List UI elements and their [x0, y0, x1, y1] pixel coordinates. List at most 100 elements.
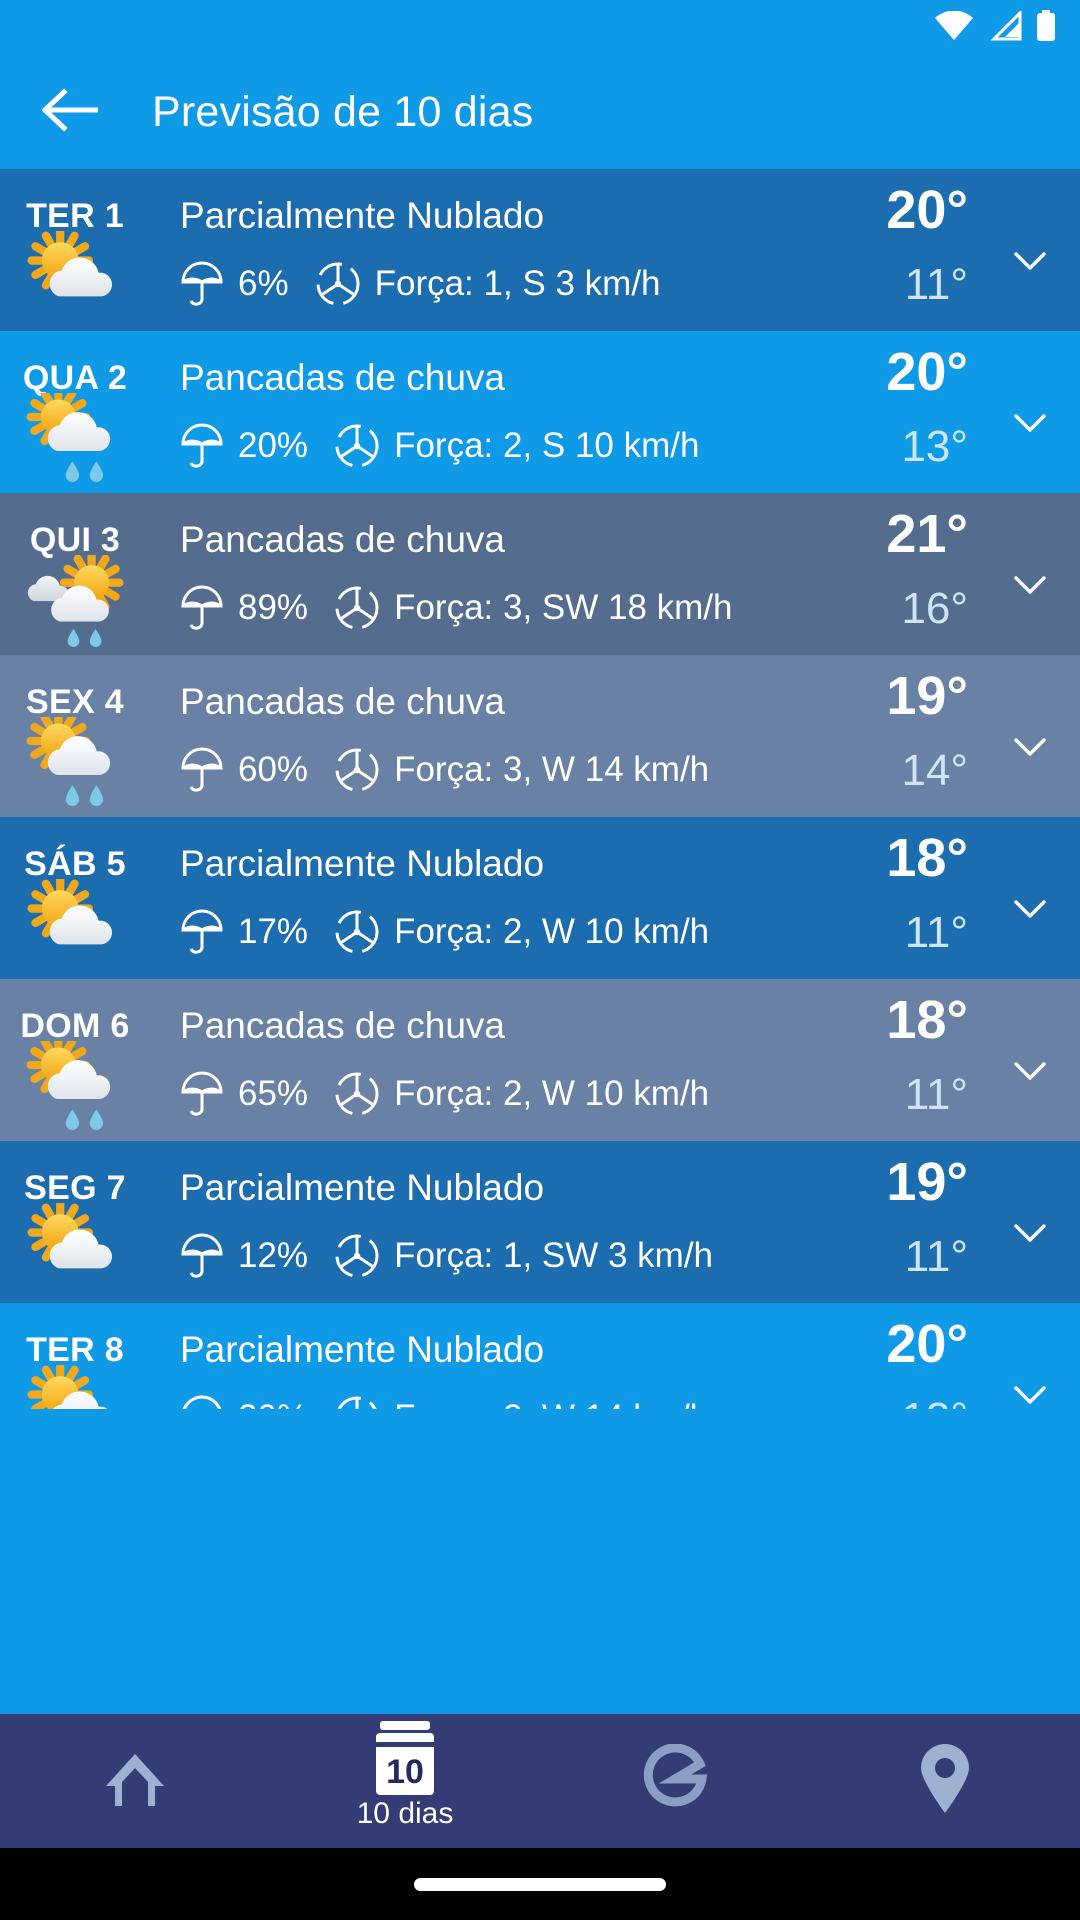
- chevron-down-icon[interactable]: [1010, 1051, 1050, 1091]
- umbrella-icon: [180, 1394, 224, 1409]
- low-temp: 13°: [901, 422, 968, 471]
- cellular-signal-icon: [988, 8, 1022, 46]
- condition-column: Parcialmente Nublado 20% Força: 2, W 14 …: [150, 1303, 850, 1409]
- location-pin-icon: [917, 1743, 973, 1820]
- forecast-row[interactable]: DOM 6 Pancadas de chuva 65% Força: 2, W …: [0, 979, 1080, 1141]
- forecast-row[interactable]: SÁB 5 Parcialmente Nublado 17% Força: 2,…: [0, 817, 1080, 979]
- forecast-row[interactable]: TER 1 Parcialmente Nublado 6% Força: 1, …: [0, 169, 1080, 331]
- wind-turbine-icon: [334, 909, 380, 955]
- wind-value: Força: 2, W 14 km/h: [394, 1398, 709, 1409]
- condition-text: Parcialmente Nublado: [180, 843, 545, 884]
- condition-text: Pancadas de chuva: [180, 357, 506, 398]
- forecast-row[interactable]: SEX 4 Pancadas de chuva 60% Força: 3, W …: [0, 655, 1080, 817]
- home-icon: [100, 1744, 170, 1819]
- wind-turbine-icon: [315, 261, 361, 307]
- umbrella-icon: [180, 908, 224, 956]
- precip-value: 6%: [238, 263, 289, 303]
- condition-text: Pancadas de chuva: [180, 519, 506, 560]
- chevron-down-icon[interactable]: [1010, 565, 1050, 605]
- sun-cloud-rain-icon: [15, 1033, 135, 1142]
- low-temp: 16°: [901, 584, 968, 633]
- condition-column: Parcialmente Nublado 17% Força: 2, W 10 …: [150, 817, 850, 979]
- wifi-icon: [934, 10, 974, 46]
- high-temp: 19°: [886, 1152, 968, 1212]
- day-column: TER 1: [0, 169, 150, 331]
- condition-column: Pancadas de chuva 60% Força: 3, W 14 km/…: [150, 655, 850, 817]
- forecast-row[interactable]: TER 8 Parcialmente Nublado 20% Força: 2,…: [0, 1303, 1080, 1409]
- temperature-column: 18° 11°: [850, 979, 1080, 1141]
- precip-value: 65%: [238, 1073, 309, 1113]
- partly-cloudy-icon: [15, 1199, 135, 1304]
- sun-cloud-rain-icon: [15, 709, 135, 818]
- chevron-down-icon[interactable]: [1010, 1375, 1050, 1409]
- wind-value: Força: 2, S 10 km/h: [394, 425, 700, 465]
- high-temp: 18°: [886, 828, 968, 888]
- chevron-down-icon[interactable]: [1010, 889, 1050, 929]
- nav-item-ten-days[interactable]: 10 10 dias: [270, 1714, 540, 1848]
- temperature-column: 21° 16°: [850, 493, 1080, 655]
- home-gesture-pill[interactable]: [414, 1877, 666, 1891]
- temperature-column: 20° 11°: [850, 169, 1080, 331]
- chevron-down-icon[interactable]: [1010, 727, 1050, 767]
- wind-turbine-icon: [334, 1071, 380, 1117]
- high-temp: 20°: [886, 342, 968, 402]
- forecast-row[interactable]: SEG 7 Parcialmente Nublado 12% Força: 1,…: [0, 1141, 1080, 1303]
- app-screen: Previsão de 10 dias TER 1 Parcialmente N…: [0, 0, 1080, 1920]
- nav-item-home[interactable]: [0, 1714, 270, 1848]
- temperature-column: 20°13°: [850, 331, 1080, 493]
- precip-value: 20%: [238, 1398, 308, 1409]
- umbrella-icon: [180, 260, 224, 308]
- low-temp: 14°: [901, 746, 968, 795]
- temperature-column: 20°13°: [850, 1303, 1080, 1409]
- day-column: QUA 2: [0, 331, 150, 493]
- condition-column: Pancadas de chuva 89% Força: 3, SW 18 km…: [150, 493, 850, 655]
- partly-cloudy-icon: [15, 227, 135, 332]
- condition-column: Parcialmente Nublado 6% Força: 1, S 3 km…: [150, 169, 850, 331]
- precip-value: 20%: [238, 425, 309, 465]
- forecast-list[interactable]: TER 1 Parcialmente Nublado 6% Força: 1, …: [0, 169, 1080, 1409]
- day-column: DOM 6: [0, 979, 150, 1141]
- forecast-row[interactable]: QUI 3 Pancadas de chuva 89% Força: 3, SW…: [0, 493, 1080, 655]
- condition-text: Parcialmente Nublado: [180, 195, 545, 236]
- high-temp: 21°: [886, 504, 968, 564]
- high-temp: 19°: [886, 666, 968, 726]
- condition-text: Parcialmente Nublado: [180, 1329, 545, 1370]
- back-button[interactable]: [22, 65, 118, 161]
- day-column: SEX 4: [0, 655, 150, 817]
- wind-turbine-icon: [334, 423, 380, 469]
- wind-value: Força: 1, SW 3 km/h: [394, 1235, 714, 1275]
- high-temp: 20°: [886, 1314, 968, 1374]
- precip-value: 60%: [238, 749, 309, 789]
- chevron-down-icon[interactable]: [1010, 241, 1050, 281]
- radar-icon: [640, 1742, 710, 1819]
- wind-value: Força: 3, W 14 km/h: [394, 749, 710, 789]
- forecast-row[interactable]: QUA 2 Pancadas de chuva 20% Força: 2, S …: [0, 331, 1080, 493]
- battery-icon: [1036, 9, 1056, 47]
- back-arrow-icon: [41, 88, 99, 137]
- condition-text: Pancadas de chuva: [180, 681, 506, 722]
- low-temp: 11°: [904, 260, 968, 309]
- umbrella-icon: [180, 1232, 224, 1280]
- nav-item-location[interactable]: [810, 1714, 1080, 1848]
- status-bar: [0, 0, 1080, 56]
- umbrella-icon: [180, 422, 224, 470]
- wind-value: Força: 3, SW 18 km/h: [394, 587, 733, 627]
- metrics-row: 12% Força: 1, SW 3 km/h: [180, 1232, 850, 1280]
- day-column: QUI 3: [0, 493, 150, 655]
- condition-column: Pancadas de chuva 65% Força: 2, W 10 km/…: [150, 979, 850, 1141]
- high-temp: 20°: [886, 180, 968, 240]
- page-title: Previsão de 10 dias: [152, 88, 534, 136]
- day-column: SÁB 5: [0, 817, 150, 979]
- low-temp: 11°: [904, 908, 968, 957]
- app-bar: Previsão de 10 dias: [0, 56, 1080, 169]
- precip-value: 17%: [238, 911, 309, 951]
- gesture-navigation-bar: [0, 1848, 1080, 1920]
- bottom-navigation: 10 10 dias: [0, 1714, 1080, 1848]
- metrics-row: 65% Força: 2, W 10 km/h: [180, 1070, 850, 1118]
- condition-column: Pancadas de chuva 20% Força: 2, S 10 km/…: [150, 331, 850, 493]
- metrics-row: 17% Força: 2, W 10 km/h: [180, 908, 850, 956]
- chevron-down-icon[interactable]: [1010, 403, 1050, 443]
- umbrella-icon: [180, 746, 224, 794]
- chevron-down-icon[interactable]: [1010, 1213, 1050, 1253]
- nav-item-radar[interactable]: [540, 1714, 810, 1848]
